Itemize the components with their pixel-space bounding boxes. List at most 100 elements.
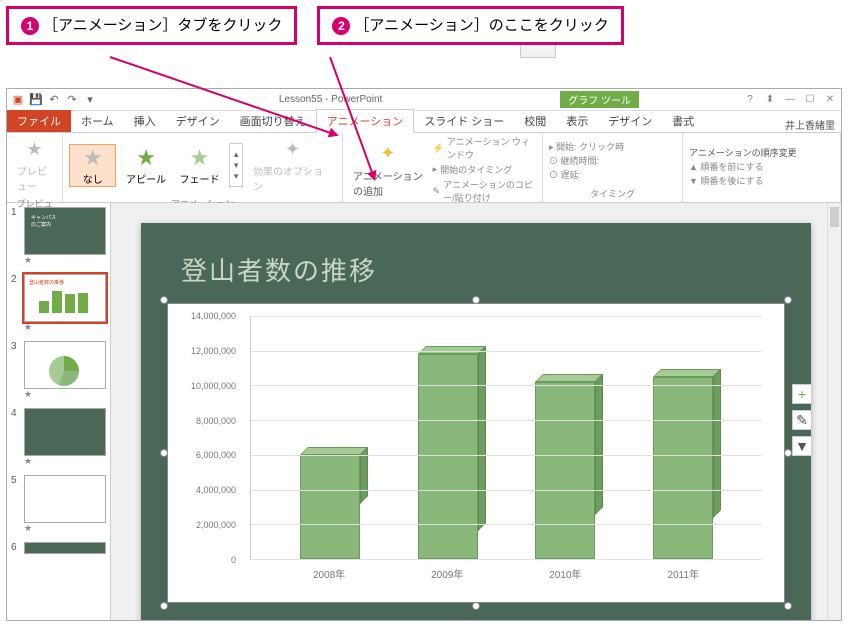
undo-icon[interactable]: ↶ <box>47 93 61 107</box>
anim-fade[interactable]: ★フェード <box>176 145 223 186</box>
ribbon-collapse-icon[interactable]: ⬍ <box>763 94 777 105</box>
anim-none-label: なし <box>83 171 103 186</box>
callout-1-num: 1 <box>21 17 39 35</box>
anim-marker-icon: ★ <box>24 456 106 467</box>
help-icon[interactable]: ? <box>743 94 757 105</box>
thumb-num: 4 <box>11 408 21 467</box>
slide-canvas[interactable]: 登山者数の推移 02,000,0004,000,0006,000,0008,00… <box>111 203 841 620</box>
app-icon: ▣ <box>11 93 25 107</box>
anim-marker-icon: ★ <box>24 255 106 266</box>
tab-slideshow[interactable]: スライド ショー <box>414 110 514 132</box>
slide-thumb-6[interactable] <box>24 542 106 554</box>
add-animation-label: アニメーションの追加 <box>353 168 423 198</box>
tab-file[interactable]: ファイル <box>7 110 71 132</box>
thumb-num: 6 <box>11 542 21 554</box>
slide-thumb-2[interactable]: 登山者数の推移 <box>24 274 106 322</box>
y-tick-label: 10,000,000 <box>191 381 236 391</box>
chart-plus-button[interactable]: + <box>792 384 812 404</box>
tab-insert[interactable]: 挿入 <box>124 110 166 132</box>
ribbon: ★ プレビュー プレビュー ★なし ★アピール ★フェード ▴▾▾ ✦ 効果のオ… <box>7 133 841 203</box>
add-animation-button[interactable]: ✦ アニメーションの追加 <box>349 140 427 200</box>
effect-options-label: 効果のオプション <box>253 163 332 193</box>
y-tick-label: 0 <box>231 555 236 565</box>
painter-icon: ✎ <box>433 186 441 197</box>
effect-options-icon: ✦ <box>281 137 305 161</box>
slide-thumb-3[interactable] <box>24 341 106 389</box>
group-order-label <box>689 198 834 200</box>
anim-gallery-more[interactable]: ▴▾▾ <box>229 143 243 187</box>
chart-filter-button[interactable]: ▼ <box>792 436 812 456</box>
chart-bar <box>653 377 713 559</box>
tab-review[interactable]: 校閲 <box>514 110 556 132</box>
chart-object[interactable]: 02,000,0004,000,0006,000,0008,000,00010,… <box>167 303 785 603</box>
tab-view[interactable]: 表示 <box>556 110 598 132</box>
callout-1: 1［アニメーション］タブをクリック <box>6 6 297 45</box>
close-icon[interactable]: ✕ <box>823 94 837 105</box>
star-icon: ★ <box>190 145 210 171</box>
timing-duration[interactable]: ⊙ 継続時間: <box>549 154 624 167</box>
group-timing-label: タイミング <box>549 185 676 200</box>
tab-design[interactable]: デザイン <box>166 110 230 132</box>
thumb-num: 2 <box>11 274 21 333</box>
effect-options-button[interactable]: ✦ 効果のオプション <box>249 135 336 195</box>
anim-none[interactable]: ★なし <box>69 144 116 187</box>
save-icon[interactable]: 💾 <box>29 93 43 107</box>
x-tick-label: 2011年 <box>667 566 699 590</box>
maximize-icon[interactable]: ☐ <box>803 94 817 105</box>
slide-thumb-5[interactable] <box>24 475 106 523</box>
context-tools-label: グラフ ツール <box>560 91 639 108</box>
anim-marker-icon: ★ <box>24 322 106 333</box>
user-name[interactable]: 井上香緒里 <box>785 117 835 132</box>
callout-2: 2［アニメーション］のここをクリック <box>317 6 623 45</box>
preview-button[interactable]: ★ プレビュー <box>13 135 56 195</box>
anim-painter-button[interactable]: ✎アニメーションのコピー/貼り付け <box>433 178 536 204</box>
order-after-button[interactable]: ▼ 順番を後にする <box>689 174 797 187</box>
anim-fade-label: フェード <box>179 171 219 186</box>
trigger-icon: ▸ <box>433 164 438 175</box>
chart-bar <box>535 382 595 559</box>
timing-start[interactable]: ▸ 開始: クリック時 <box>549 140 624 153</box>
redo-icon[interactable]: ↷ <box>65 93 79 107</box>
y-tick-label: 12,000,000 <box>191 346 236 356</box>
work-area: 1キャンパスのご案内★ 2登山者数の推移★ 3★ 4★ 5★ 6 登山者数の推移… <box>7 203 841 620</box>
callout-2-num: 2 <box>332 17 350 35</box>
anim-marker-icon: ★ <box>24 523 106 534</box>
y-tick-label: 6,000,000 <box>196 450 236 460</box>
anim-appeal-label: アピール <box>126 171 166 186</box>
anim-window-icon: ⚡ <box>433 143 444 154</box>
order-title: アニメーションの順序変更 <box>689 146 797 159</box>
anim-appeal[interactable]: ★アピール <box>122 145 169 186</box>
callout-2-text: ［アニメーション］のここをクリック <box>354 17 608 34</box>
chart-brush-button[interactable]: ✎ <box>792 410 812 430</box>
callout-1-text: ［アニメーション］タブをクリック <box>43 17 282 34</box>
y-tick-label: 4,000,000 <box>196 485 236 495</box>
x-tick-label: 2008年 <box>313 566 345 590</box>
powerpoint-window: ▣ 💾 ↶ ↷ ▾ Lesson55 - PowerPoint グラフ ツール … <box>6 88 842 621</box>
start-timing-button[interactable]: ▸開始のタイミング <box>433 163 536 176</box>
vertical-scrollbar[interactable] <box>827 203 841 620</box>
tab-context-format[interactable]: 書式 <box>662 110 704 132</box>
chart-bar <box>300 455 360 559</box>
slide: 登山者数の推移 02,000,0004,000,0006,000,0008,00… <box>141 223 811 620</box>
y-tick-label: 14,000,000 <box>191 311 236 321</box>
order-before-button[interactable]: ▲ 順番を前にする <box>689 160 797 173</box>
slide-thumb-4[interactable] <box>24 408 106 456</box>
anim-marker-icon: ★ <box>24 389 106 400</box>
thumb-num: 3 <box>11 341 21 400</box>
ribbon-tabs: ファイル ホーム 挿入 デザイン 画面切り替え アニメーション スライド ショー… <box>7 111 841 133</box>
thumb-num: 5 <box>11 475 21 534</box>
tab-home[interactable]: ホーム <box>71 110 124 132</box>
minimize-icon[interactable]: — <box>783 94 797 105</box>
timing-delay[interactable]: ⊙ 遅延: <box>549 168 624 181</box>
x-tick-label: 2009年 <box>431 566 463 590</box>
preview-label: プレビュー <box>17 163 52 193</box>
slide-thumb-1[interactable]: キャンパスのご案内 <box>24 207 106 255</box>
qat-more-icon[interactable]: ▾ <box>83 93 97 107</box>
chart-plot: 02,000,0004,000,0006,000,0008,000,00010,… <box>180 316 772 590</box>
slide-thumbnails-panel[interactable]: 1キャンパスのご案内★ 2登山者数の推移★ 3★ 4★ 5★ 6 <box>7 203 111 620</box>
titlebar: ▣ 💾 ↶ ↷ ▾ Lesson55 - PowerPoint グラフ ツール … <box>7 89 841 111</box>
tab-context-design[interactable]: デザイン <box>598 110 662 132</box>
y-tick-label: 2,000,000 <box>196 520 236 530</box>
anim-window-button[interactable]: ⚡アニメーション ウィンドウ <box>433 135 536 161</box>
slide-title: 登山者数の推移 <box>181 251 377 288</box>
